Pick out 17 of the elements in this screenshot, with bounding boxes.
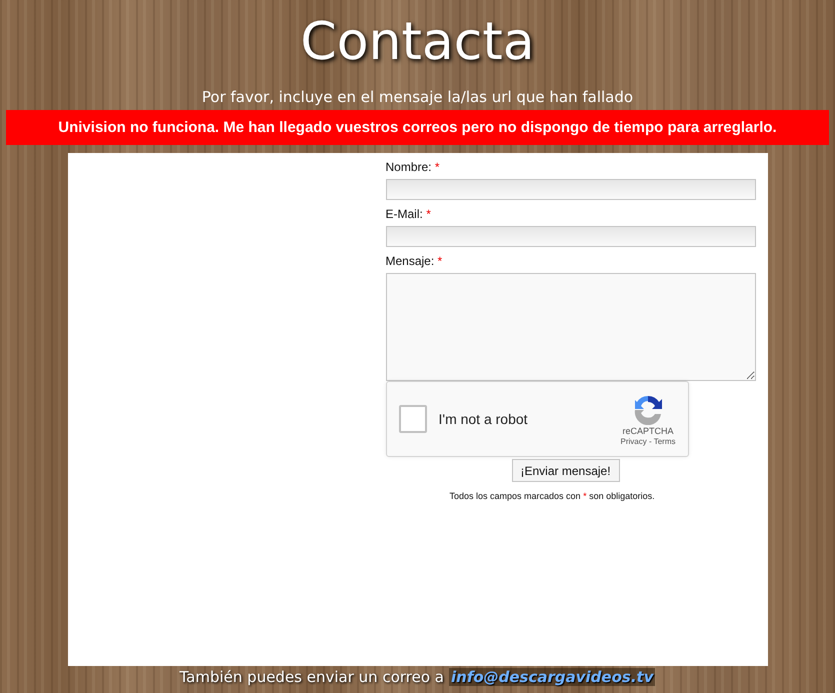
email-link[interactable]: info@descargavideos.tv xyxy=(449,668,656,686)
input-field[interactable] xyxy=(386,226,756,247)
field-label: E-Mail: * xyxy=(386,207,432,221)
required-note: Todos los campos marcados con * son obligatorios. xyxy=(450,491,656,501)
footer-text: También puedes enviar un correo a xyxy=(180,668,444,686)
notice-banner: Univision no funciona. Me han llegado vuestros correos pero no dispongo de tiempo para arreglarlo. xyxy=(6,110,829,145)
captcha-checkbox[interactable] xyxy=(398,405,426,433)
captcha-links[interactable]: Privacy - Terms xyxy=(620,436,676,446)
message-field[interactable] xyxy=(386,273,756,381)
input-field[interactable] xyxy=(386,179,756,200)
page-title: Contacta xyxy=(300,12,535,72)
captcha-label: I'm not a robot xyxy=(438,411,529,427)
subtitle: Por favor, incluye en el mensaje la/las url que han fallado xyxy=(202,88,634,106)
send-button[interactable]: ¡Enviar mensaje! xyxy=(512,459,620,482)
captcha-brand: reCAPTCHA xyxy=(622,426,674,436)
field-label: Mensaje: * xyxy=(386,254,444,268)
field-label: Nombre: * xyxy=(386,160,441,174)
